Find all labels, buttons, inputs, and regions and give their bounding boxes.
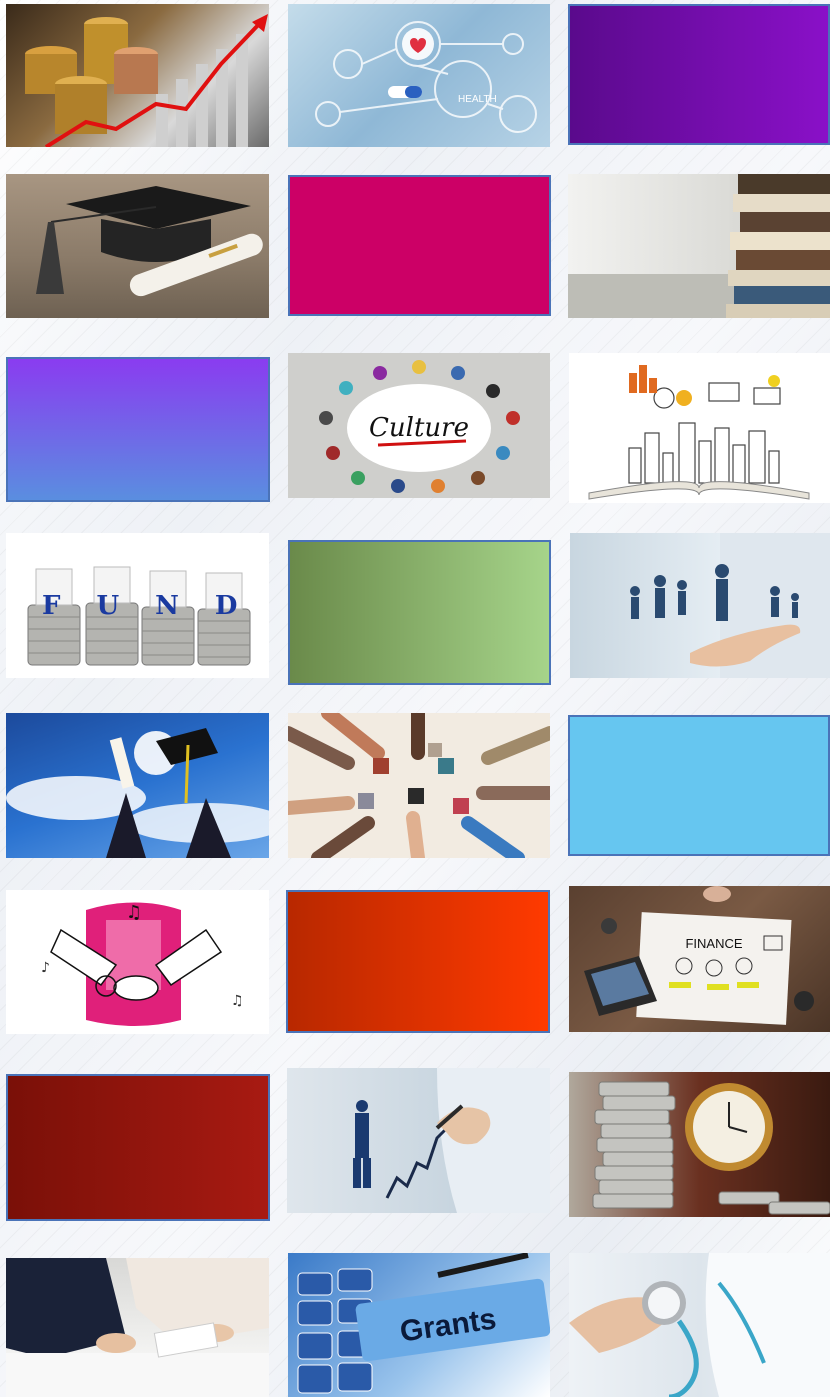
cap-diploma-illustration bbox=[36, 186, 263, 297]
tile-sky-blue-panel[interactable] bbox=[568, 715, 830, 856]
tile-doctor-stethoscope[interactable] bbox=[569, 1253, 830, 1397]
book-city-illustration bbox=[588, 365, 810, 500]
growth-drawing-illustration bbox=[353, 1068, 550, 1213]
tile-business-meeting[interactable] bbox=[6, 1258, 269, 1397]
books-illustration bbox=[568, 174, 830, 318]
tile-fund-coins[interactable]: FUND bbox=[6, 533, 269, 678]
people-circle-illustration: Culture bbox=[319, 360, 520, 493]
graduation-sky-illustration bbox=[6, 728, 269, 858]
tile-orange-red-panel[interactable] bbox=[286, 890, 550, 1033]
tile-magenta-panel[interactable] bbox=[288, 175, 551, 316]
tile-growth-drawing[interactable] bbox=[287, 1068, 550, 1213]
grants-calculator-illustration: Grants bbox=[297, 1253, 550, 1394]
coins-clock-illustration bbox=[592, 1081, 830, 1215]
tile-culture-circle[interactable]: Culture bbox=[288, 353, 550, 498]
health-network-illustration: HEALTH bbox=[315, 21, 537, 133]
music-note-icon: ♫ bbox=[231, 993, 244, 1009]
coins-chart-illustration bbox=[25, 14, 268, 147]
tile-finance-desk[interactable]: FINANCE bbox=[569, 886, 830, 1032]
tile-health-tech[interactable]: HEALTH bbox=[288, 4, 550, 147]
tile-music-partnership[interactable]: ♫ ♪ ♫ bbox=[6, 890, 269, 1034]
fund-coins-illustration bbox=[27, 566, 251, 666]
music-note-icon: ♫ bbox=[126, 902, 142, 923]
tile-grants-calculator[interactable]: Grants bbox=[288, 1253, 550, 1397]
tile-graduation-sky[interactable] bbox=[6, 713, 269, 858]
puzzle-hands-illustration bbox=[288, 713, 550, 858]
tile-books-stack[interactable] bbox=[568, 174, 830, 318]
tile-open-book-city[interactable] bbox=[569, 353, 830, 503]
music-note-icon: ♪ bbox=[41, 960, 50, 976]
business-meeting-illustration bbox=[6, 1258, 269, 1397]
tile-purple-panel[interactable] bbox=[568, 4, 830, 145]
finance-desk-illustration: FINANCE bbox=[584, 886, 814, 1025]
doctor-stethoscope-illustration bbox=[569, 1253, 830, 1397]
tile-dark-red-panel[interactable] bbox=[6, 1074, 270, 1221]
music-handshake-illustration: ♫ ♪ ♫ bbox=[41, 902, 244, 1026]
tile-violet-blue-panel[interactable] bbox=[6, 357, 270, 502]
business-figures-illustration bbox=[630, 533, 830, 678]
tile-puzzle-hands[interactable] bbox=[288, 713, 550, 858]
tile-business-people-hand[interactable] bbox=[570, 533, 830, 678]
tile-coins-clock[interactable] bbox=[569, 1072, 830, 1217]
culture-label: Culture bbox=[369, 413, 469, 443]
tile-green-panel[interactable] bbox=[288, 540, 551, 685]
tile-graduation-cap[interactable] bbox=[6, 174, 269, 318]
health-label: HEALTH bbox=[458, 94, 497, 105]
tile-investment-growth[interactable] bbox=[6, 4, 269, 147]
finance-label: FINANCE bbox=[685, 936, 742, 951]
